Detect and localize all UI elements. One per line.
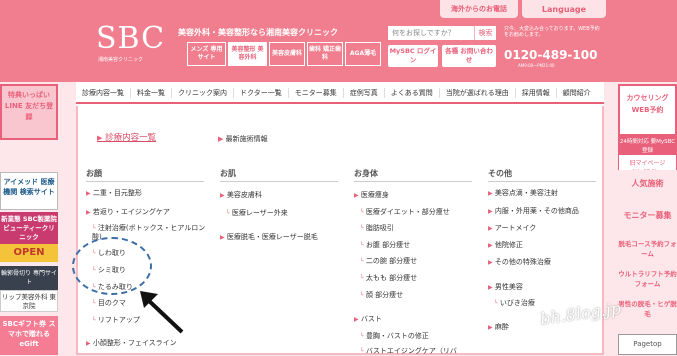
new-clinic-banner[interactable]: 新業態 SBC製薬院 ビューティークリニック — [0, 212, 58, 244]
gnav-item[interactable]: ドクター一覧 — [233, 88, 288, 98]
gnav-item[interactable]: クリニック案内 — [171, 88, 233, 98]
arrow-icon: ▶ — [218, 135, 224, 143]
dermatology-link[interactable]: 美容皮膚科 — [269, 42, 305, 66]
cosmetic-surgery-link[interactable]: 美容整形 美容外科 — [228, 42, 267, 66]
hair-removal-form-button[interactable]: 脱毛コース予約フォーム — [618, 236, 677, 262]
logo-subtitle: 湘南美容クリニック — [98, 57, 144, 63]
gift-banner[interactable]: SBCギフト券 スマホで贈れる eGift — [0, 316, 58, 355]
gnav-item[interactable]: よくある質問 — [383, 88, 439, 98]
list-item[interactable]: ▶ バスト — [354, 314, 382, 324]
list-item[interactable]: ▶ その他の特殊治療 — [488, 257, 551, 267]
arrow-icon: ▶ — [97, 134, 103, 142]
imed-banner[interactable]: アイメッド 医療機関 検索サイト — [0, 172, 58, 210]
list-item[interactable]: ▶ 小顔整形・フェイスライン — [86, 338, 177, 348]
list-item[interactable]: ▶ 他院修正 — [488, 240, 523, 250]
global-nav: 診療内容一覧 料金一覧 クリニック案内 ドクター一覧 モニター募集 症例写真 よ… — [76, 84, 604, 104]
abroad-call-button[interactable]: 海外からのお電話 — [440, 0, 518, 18]
page-title[interactable]: ▶ 診療内容一覧 — [97, 131, 156, 143]
page-title-text: 診療内容一覧 — [105, 133, 157, 143]
list-item[interactable]: ▶ 若返り・エイジングケア — [86, 207, 170, 217]
mysbc-login-button[interactable]: MySBC ログイン — [388, 45, 438, 67]
latest-treatments-text: 最新施術情報 — [225, 135, 268, 143]
gnav-item[interactable]: 採用情報 — [514, 88, 556, 98]
ultralift-form-button[interactable]: ウルトラリフト予約フォーム — [618, 266, 677, 292]
aga-link[interactable]: AGA薄毛 — [345, 42, 381, 66]
gnav-item[interactable]: 料金一覧 — [130, 88, 171, 98]
list-item[interactable]: └ 顔 部分痩せ — [360, 290, 403, 300]
pagetop-button[interactable]: Pagetop — [618, 334, 677, 355]
contour-banner[interactable]: 輪郭骨切り 専門サイト — [0, 266, 58, 290]
search-button[interactable]: 検索 — [474, 26, 496, 40]
gnav-item[interactable]: 顧問紹介 — [555, 88, 597, 98]
dental-link[interactable]: 歯科 矯正歯科 — [307, 42, 343, 66]
list-item[interactable]: ▶ 美容点滴・美容注射 — [488, 188, 558, 198]
list-item[interactable]: └ いびき治療 — [494, 298, 535, 308]
list-item[interactable]: ▶ 内服・外用薬・その他商品 — [488, 206, 579, 216]
contact-button[interactable]: 各種 お問い合わせ — [442, 45, 496, 67]
open-badge[interactable]: OPEN — [0, 244, 58, 262]
list-item[interactable]: └ 目のクマ — [92, 298, 126, 308]
gnav-item[interactable]: 診療内容一覧 — [76, 88, 130, 98]
list-item[interactable]: └ 医療レーザー外来 — [226, 208, 288, 218]
list-item[interactable]: └ 二の腕 部分痩せ — [360, 256, 417, 266]
web-reservation-button[interactable]: カウセリング WEB予約 — [618, 84, 677, 136]
col-head-face: お顔 — [86, 168, 204, 182]
lip-banner[interactable]: リップ美容外科 東京院 — [0, 290, 58, 312]
search-input[interactable]: 何をお探しですか？ — [388, 26, 474, 40]
latest-treatments-link[interactable]: ▶ 最新施術情報 — [218, 134, 268, 144]
list-item[interactable]: ▶ 美容皮膚科 — [220, 190, 262, 200]
tel-note: 只今、大変込み合っております。WEB予約をお勧めします。 — [504, 26, 600, 38]
logo[interactable]: SBC — [96, 24, 165, 54]
pointer-arrow-icon — [140, 291, 184, 334]
list-item[interactable]: ▶ 二重・目元整形 — [86, 188, 142, 198]
list-item[interactable]: ▶ アートメイク — [488, 223, 536, 233]
language-button[interactable]: Language — [522, 0, 606, 18]
list-item[interactable]: ▶ 医療脱毛・医療レーザー脱毛 — [220, 232, 318, 242]
mens-site-link[interactable]: メンズ 専用サイト — [187, 42, 226, 66]
gnav-item[interactable]: モニター募集 — [287, 88, 343, 98]
list-item[interactable]: └ リフトアップ — [92, 315, 140, 325]
line-banner[interactable]: 特典いっぱい LINE 友だち登録 — [0, 84, 58, 140]
gnav-item[interactable]: 症例写真 — [342, 88, 384, 98]
col-head-other: その他 — [488, 168, 596, 182]
popular-treatments-button[interactable]: 人気施術 — [618, 170, 677, 198]
col-head-skin: お肌 — [220, 168, 338, 182]
list-item[interactable]: └ 豊胸・バストの修正 — [360, 331, 429, 341]
monitor-button[interactable]: モニター募集 — [618, 202, 677, 230]
list-item[interactable]: ▶ 医療痩身 — [354, 190, 389, 200]
phone-hours: AM9:00〜PM21:00 — [518, 63, 555, 68]
list-item[interactable]: ▶ 麻酔 — [488, 322, 509, 332]
list-item[interactable]: └ 医療ダイエット・部分痩せ — [360, 207, 450, 217]
site-tagline: 美容外科・美容整形なら湘南美容クリニック — [178, 28, 338, 37]
list-item[interactable]: └ 脂肪吸引 — [360, 223, 394, 233]
gnav-item[interactable]: 当院が選ばれる理由 — [438, 88, 515, 98]
mens-hair-removal-button[interactable]: 男性の脱毛・ヒゲ脱毛 — [618, 296, 677, 322]
list-item[interactable]: └ お腹 部分痩せ — [360, 240, 410, 250]
col-head-body: お身体 — [354, 168, 472, 182]
phone-number[interactable]: 0120-489-100 — [504, 48, 597, 62]
highlight-circle — [72, 237, 152, 295]
list-item[interactable]: ▶ 男性美容 — [488, 282, 523, 292]
list-item[interactable]: └ 太もも 部分痩せ — [360, 273, 417, 283]
